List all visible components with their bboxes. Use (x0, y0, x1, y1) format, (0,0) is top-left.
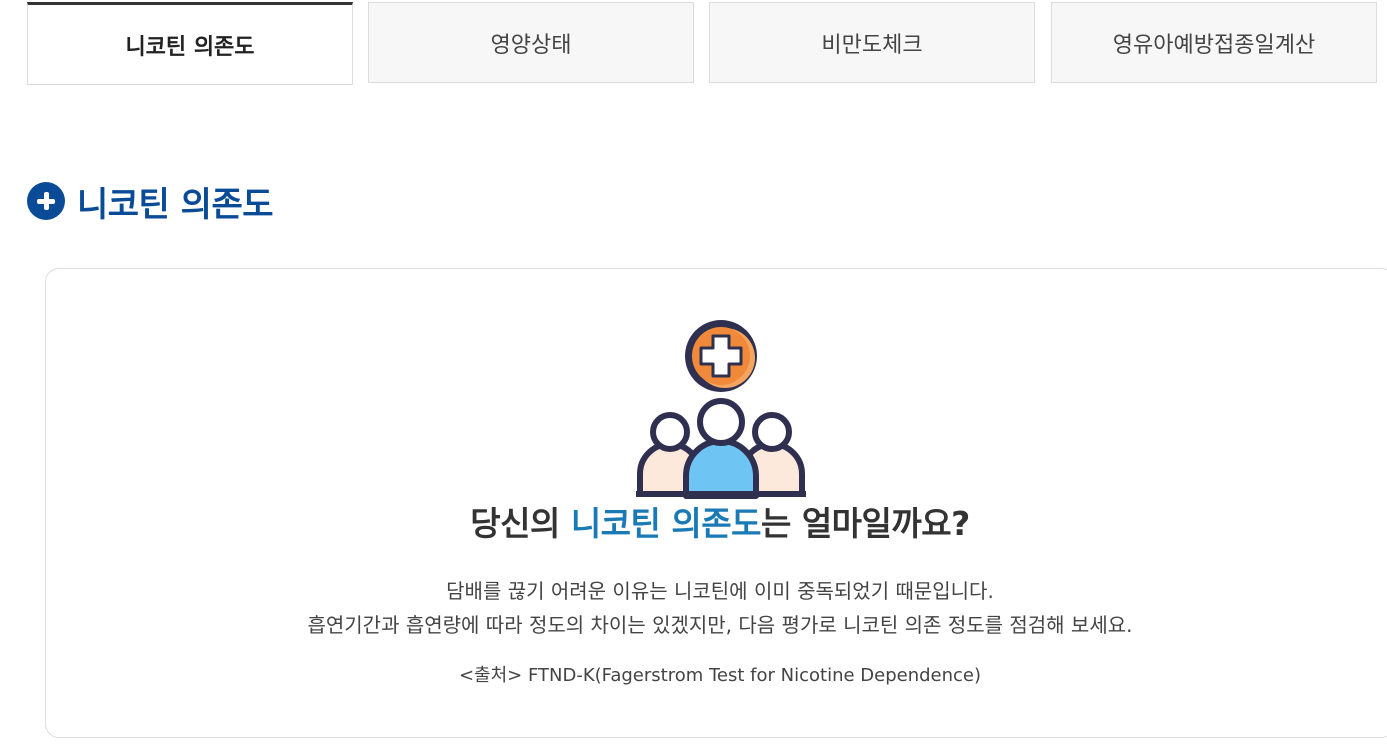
headline-highlight: 니코틴 의존도 (570, 504, 762, 543)
tab-nutrition-status[interactable]: 영양상태 (368, 2, 694, 83)
source-citation: <출처> FTND-K(Fagerstrom Test for Nicotine… (458, 665, 982, 686)
headline-suffix: 는 얼마일까요? (760, 504, 970, 543)
plus-circle-icon (27, 182, 65, 220)
description-line-1: 담배를 끊기 어려운 이유는 니코틴에 이미 중독되었기 때문입니다. (446, 579, 994, 603)
description-line-2: 흡연기간과 흡연량에 따라 정도의 차이는 있겠지만, 다음 평가로 니코틴 의… (307, 613, 1133, 637)
tab-obesity-check[interactable]: 비만도체크 (709, 2, 1035, 83)
tab-nicotine-dependence[interactable]: 니코틴 의존도 (27, 2, 353, 85)
tab-bar: 니코틴 의존도 영양상태 비만도체크 영유아예방접종일계산 (27, 2, 1379, 85)
tab-infant-vaccination-calculator[interactable]: 영유아예방접종일계산 (1051, 2, 1377, 83)
people-medical-cross-icon (636, 320, 806, 499)
headline-prefix: 당신의 (470, 504, 571, 543)
section-title: 니코틴 의존도 (77, 184, 274, 225)
section-header: 니코틴 의존도 (27, 178, 274, 225)
description: 담배를 끊기 어려운 이유는 니코틴에 이미 중독되었기 때문입니다. 흡연기간… (46, 574, 1387, 642)
headline: 당신의 니코틴 의존도는 얼마일까요? (46, 497, 1387, 545)
intro-card: 당신의 니코틴 의존도는 얼마일까요? 담배를 끊기 어려운 이유는 니코틴에 … (45, 268, 1387, 738)
